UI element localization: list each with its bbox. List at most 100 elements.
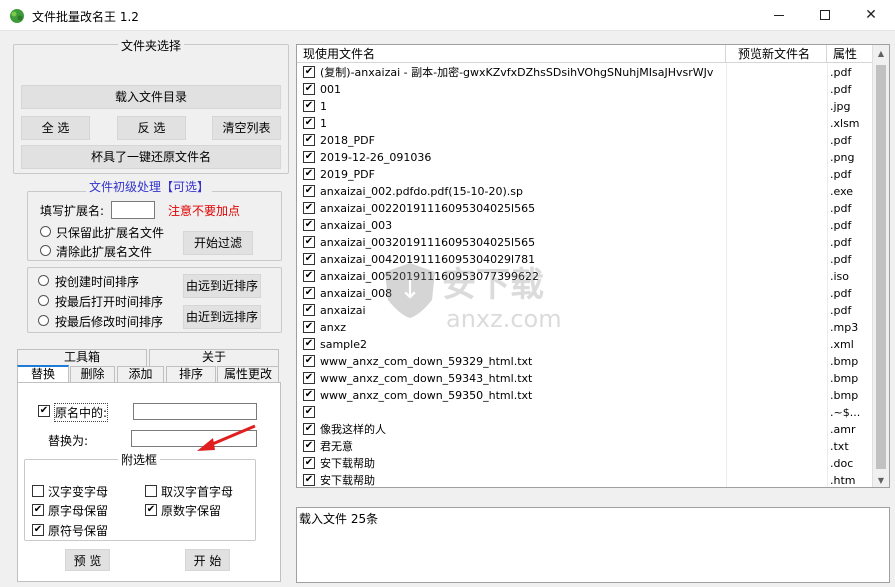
original-name-checkbox[interactable] bbox=[38, 405, 50, 417]
remove-ext-radio[interactable] bbox=[40, 245, 51, 256]
table-row[interactable]: 2018_PDF .pdf bbox=[297, 132, 875, 149]
start-button[interactable]: 开 始 bbox=[185, 549, 230, 571]
table-row[interactable]: 2019_PDF .pdf bbox=[297, 166, 875, 183]
row-checkbox[interactable] bbox=[303, 457, 315, 469]
table-row[interactable]: (复制)-anxaizai - 副本-加密-gwxKZvfxDZhsSDsihV… bbox=[297, 64, 875, 81]
row-current-name: anxaizai bbox=[320, 304, 366, 317]
load-folder-button[interactable]: 载入文件目录 bbox=[21, 85, 281, 109]
sort-modified-radio[interactable] bbox=[38, 315, 49, 326]
table-row[interactable]: sample2 .xml bbox=[297, 336, 875, 353]
row-checkbox[interactable] bbox=[303, 202, 315, 214]
tab-add[interactable]: 添加 bbox=[117, 366, 164, 383]
original-name-input[interactable] bbox=[133, 403, 257, 420]
column-attribute[interactable]: 属性 bbox=[827, 45, 875, 63]
ext-hint: 注意不要加点 bbox=[168, 204, 241, 218]
row-checkbox[interactable] bbox=[303, 168, 315, 180]
row-checkbox[interactable] bbox=[303, 440, 315, 452]
sort-opened-radio[interactable] bbox=[38, 295, 49, 306]
invert-selection-button[interactable]: 反 选 bbox=[117, 116, 186, 140]
start-filter-button[interactable]: 开始过滤 bbox=[183, 231, 253, 255]
hanzi-to-letter-checkbox[interactable] bbox=[32, 485, 44, 497]
table-row[interactable]: 001 .pdf bbox=[297, 81, 875, 98]
keep-letters-checkbox[interactable] bbox=[32, 504, 44, 516]
tab-delete[interactable]: 删除 bbox=[70, 366, 115, 383]
row-checkbox[interactable] bbox=[303, 389, 315, 401]
table-row[interactable]: 1 .jpg bbox=[297, 98, 875, 115]
scroll-down-icon[interactable]: ▼ bbox=[873, 472, 889, 487]
row-current-name: www_anxz_com_down_59329_html.txt bbox=[320, 355, 533, 368]
table-row[interactable]: anxaizai_005201911160953077399622 .iso bbox=[297, 268, 875, 285]
row-checkbox[interactable] bbox=[303, 287, 315, 299]
row-checkbox[interactable] bbox=[303, 355, 315, 367]
row-checkbox[interactable] bbox=[303, 185, 315, 197]
vertical-scrollbar[interactable]: ▲ ▼ bbox=[872, 45, 889, 487]
scroll-thumb[interactable] bbox=[876, 65, 886, 469]
tab-about[interactable]: 关于 bbox=[149, 349, 279, 366]
row-checkbox[interactable] bbox=[303, 134, 315, 146]
table-row[interactable]: anxaizai_003 .pdf bbox=[297, 217, 875, 234]
sort-far-to-near-button[interactable]: 由远到近排序 bbox=[183, 274, 261, 298]
sort-created-radio[interactable] bbox=[38, 275, 49, 286]
preview-button[interactable]: 预 览 bbox=[65, 549, 110, 571]
table-row[interactable]: 安下载帮助 .doc bbox=[297, 455, 875, 472]
table-row[interactable]: 1 .xlsm bbox=[297, 115, 875, 132]
table-row[interactable]: 2019-12-26_091036 .png bbox=[297, 149, 875, 166]
minimize-button[interactable] bbox=[756, 0, 802, 31]
row-checkbox[interactable] bbox=[303, 270, 315, 282]
hanzi-first-letter-checkbox[interactable] bbox=[145, 485, 157, 497]
row-checkbox[interactable] bbox=[303, 474, 315, 486]
row-checkbox[interactable] bbox=[303, 372, 315, 384]
ext-input[interactable] bbox=[111, 201, 155, 219]
row-current-name: www_anxz_com_down_59350_html.txt bbox=[320, 389, 533, 402]
table-row[interactable]: anxz .mp3 bbox=[297, 319, 875, 336]
table-row[interactable]: 像我这样的人 .amr bbox=[297, 421, 875, 438]
table-row[interactable]: anxaizai_008 .pdf bbox=[297, 285, 875, 302]
row-checkbox[interactable] bbox=[303, 219, 315, 231]
row-checkbox[interactable] bbox=[303, 304, 315, 316]
table-row[interactable]: anxaizai_00420191116095304029l781 .pdf bbox=[297, 251, 875, 268]
close-button[interactable]: ✕ bbox=[848, 0, 894, 31]
row-checkbox[interactable] bbox=[303, 406, 315, 418]
annotation-arrow-icon bbox=[197, 424, 256, 451]
replace-with-label: 替换为: bbox=[48, 434, 89, 448]
table-row[interactable]: www_anxz_com_down_59343_html.txt .bmp bbox=[297, 370, 875, 387]
log-box[interactable]: 载入文件 25条 bbox=[296, 507, 890, 583]
keep-symbols-checkbox[interactable] bbox=[32, 524, 44, 536]
table-row[interactable]: 安下载帮助 .htm bbox=[297, 472, 875, 487]
keep-digits-checkbox[interactable] bbox=[145, 504, 157, 516]
clear-list-button[interactable]: 清空列表 bbox=[212, 116, 281, 140]
restore-names-button[interactable]: 杯具了一键还原文件名 bbox=[21, 145, 281, 169]
sort-near-to-far-button[interactable]: 由近到远排序 bbox=[183, 305, 261, 329]
row-checkbox[interactable] bbox=[303, 423, 315, 435]
row-checkbox[interactable] bbox=[303, 66, 315, 78]
row-checkbox[interactable] bbox=[303, 253, 315, 265]
row-checkbox[interactable] bbox=[303, 321, 315, 333]
row-checkbox[interactable] bbox=[303, 117, 315, 129]
row-checkbox[interactable] bbox=[303, 83, 315, 95]
window-title: 文件批量改名王 1.2 bbox=[32, 10, 139, 24]
table-row[interactable]: www_anxz_com_down_59329_html.txt .bmp bbox=[297, 353, 875, 370]
table-row[interactable]: anxaizai .pdf bbox=[297, 302, 875, 319]
scroll-up-icon[interactable]: ▲ bbox=[873, 45, 889, 62]
tab-sort[interactable]: 排序 bbox=[166, 366, 216, 383]
maximize-button[interactable] bbox=[802, 0, 848, 31]
column-preview-name[interactable]: 预览新文件名 bbox=[726, 45, 827, 63]
table-row[interactable]: anxaizai_00320191116095304025l565 .pdf bbox=[297, 234, 875, 251]
column-current-name[interactable]: 现使用文件名 bbox=[297, 45, 726, 63]
table-row[interactable]: .~$... bbox=[297, 404, 875, 421]
tab-toolbox[interactable]: 工具箱 bbox=[17, 349, 147, 366]
row-checkbox[interactable] bbox=[303, 338, 315, 350]
select-all-button[interactable]: 全 选 bbox=[21, 116, 90, 140]
table-row[interactable]: anxaizai_002.pdfdo.pdf(15-10-20).sp .exe bbox=[297, 183, 875, 200]
tab-replace[interactable]: 替换 bbox=[17, 365, 69, 382]
table-row[interactable]: anxaizai_00220191116095304025l565 .pdf bbox=[297, 200, 875, 217]
table-row[interactable]: 君无意 .txt bbox=[297, 438, 875, 455]
table-row[interactable]: www_anxz_com_down_59350_html.txt .bmp bbox=[297, 387, 875, 404]
row-checkbox[interactable] bbox=[303, 100, 315, 112]
row-checkbox[interactable] bbox=[303, 151, 315, 163]
keep-only-radio[interactable] bbox=[40, 226, 51, 237]
file-list[interactable]: 现使用文件名 预览新文件名 属性 (复制)-anxaizai - 副本-加密-g… bbox=[296, 44, 890, 488]
row-checkbox[interactable] bbox=[303, 236, 315, 248]
row-attribute: .~$... bbox=[830, 406, 861, 419]
tab-attributes[interactable]: 属性更改 bbox=[217, 366, 279, 383]
